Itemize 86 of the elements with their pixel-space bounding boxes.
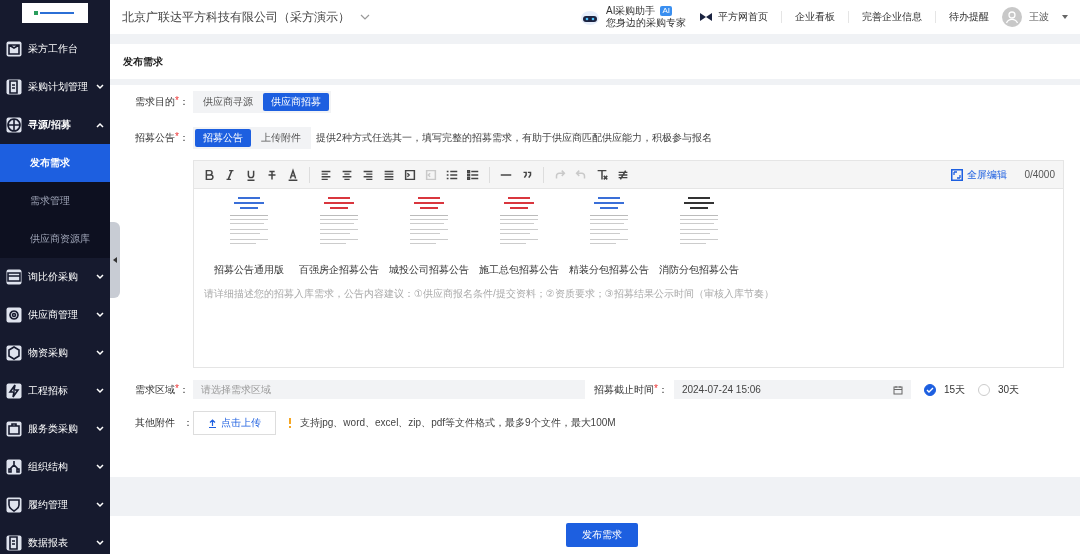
radio-button[interactable] [923,383,936,396]
segment-option[interactable]: 供应商寻源 [195,93,261,111]
menu-item-icon [6,497,22,513]
template-name[interactable]: 精装分包招募公告 [569,263,649,277]
menu-item-icon [6,269,22,285]
hint-text: 支持jpg、word、excel、zip、pdf等文件格式，最多9个文件，最大100M [300,416,616,430]
upload-button[interactable]: 点击上传 [193,411,276,435]
character-count: 0/4000 [1024,169,1055,180]
submenu-item[interactable]: 发布需求 [0,144,110,182]
header-link[interactable]: 企业看板 [795,10,835,24]
collapse-handle[interactable] [110,222,120,298]
indent-icon[interactable] [403,167,417,182]
template-name[interactable]: 百强房企招募公告 [299,263,379,277]
template-name[interactable]: 消防分包招募公告 [659,263,739,277]
calendar-icon [892,384,903,395]
template-name[interactable]: 城投公司招募公告 [389,263,469,277]
label-colon: ： [183,416,193,430]
page-title: 发布需求 [123,54,163,69]
fullscreen-icon [951,168,964,181]
rich-text-editor[interactable]: 全屏编辑 0/4000 招募公告通用版 百强房企招募公告 城投公司招募公告 施工总包招募公告 精装分包招募公告 消防分包招募公告 请详细描述您的招募入库需求，公告内容建议：①供应商报名条件/提交资料；②资质要求；③招募结果公示时间（审核入库节奏） [193,160,1064,368]
menu-item-icon [6,535,22,551]
field-label: 其他附件 [135,416,175,430]
field-label: 招募公告 [135,131,175,145]
sidebar-item[interactable]: 组织结构 [0,448,110,486]
required-mark: * [175,95,179,106]
sidebar-item[interactable]: 数据报表 [0,524,110,554]
company-selector[interactable]: 北京广联达平方科技有限公司（采方演示） [122,8,370,26]
header-link[interactable]: 完善企业信息 [862,10,922,24]
template-name[interactable]: 招募公告通用版 [214,263,284,277]
label-colon: ： [178,131,189,145]
radio-label[interactable]: 15天 [943,382,966,397]
menu-item-icon [6,79,22,95]
sidebar-item[interactable]: 服务类采购 [0,410,110,448]
chevron-down-icon [360,14,370,20]
region-select[interactable]: 请选择需求区域 [193,380,585,399]
field-label: 需求区域 [135,382,175,397]
logo-icon [22,3,88,23]
caret-icon [1062,15,1068,19]
label-colon: ： [178,95,189,109]
assistant-title[interactable]: AI采购助手 [606,5,656,17]
submenu-item[interactable]: 需求管理 [0,182,110,220]
sidebar-item[interactable]: 采方工作台 [0,30,110,68]
required-mark: * [175,382,179,396]
template-name[interactable]: 施工总包招募公告 [479,263,559,277]
sidebar-item[interactable]: 采购计划管理 [0,68,110,106]
menu-item-icon [6,41,22,57]
field-label: 需求目的 [135,95,175,109]
segment-option[interactable]: 招募公告 [195,129,251,147]
menu-item-icon [6,307,22,323]
sidebar-item[interactable]: 工程招标 [0,372,110,410]
label-colon: ： [178,382,189,397]
warning-icon [286,418,294,428]
ulist-icon[interactable] [466,167,480,182]
label-colon: ： [657,382,668,397]
menu-item-icon [6,117,22,133]
field-label: 招募截止时间 [594,382,654,397]
sidebar-item[interactable]: 履约管理 [0,486,110,524]
color-icon[interactable] [286,167,300,182]
brand-icon [699,12,713,22]
segment-option[interactable]: 供应商招募 [263,93,329,111]
radio-label[interactable]: 30天 [998,382,1020,397]
ai-badge: AI [660,6,672,16]
menu-item-icon [6,383,22,399]
menu-item-icon [6,345,22,361]
assistant-subtitle: 您身边的采购专家 [606,17,686,29]
sidebar-item[interactable]: 寻源/招募 [0,106,110,144]
sidebar-item[interactable]: 询比价采购 [0,258,110,296]
required-mark: * [654,382,658,394]
sidebar-item[interactable]: 物资采购 [0,334,110,372]
upload-icon [208,418,217,428]
editor-placeholder: 请详细描述您的招募入库需求，公告内容建议：①供应商报名条件/提交资料；②资质要求；③招募结果公示时间（审核入库节奏） [204,287,775,301]
user-name[interactable]: 王波 [1029,10,1049,24]
submenu-item[interactable]: 供应商资源库 [0,220,110,258]
sidebar-item[interactable]: 供应商管理 [0,296,110,334]
fullscreen-button[interactable]: 全屏编辑 [967,167,1008,182]
date-field[interactable]: 2024-07-24 15:06 [673,380,911,399]
header-link[interactable]: 平方网首页 [718,10,768,24]
header-link[interactable]: 待办提醒 [949,10,989,24]
robot-icon [580,8,600,26]
menu-item-icon [6,421,22,437]
required-mark: * [175,131,179,142]
submit-button[interactable]: 发布需求 [566,523,638,547]
hint-text: 提供2种方式任选其一，填写完整的招募需求，有助于供应商匹配供应能力，积极参与报名 [316,131,712,145]
segment-option[interactable]: 上传附件 [253,129,309,147]
clear-icon[interactable] [595,167,609,182]
menu-item-icon [6,459,22,475]
